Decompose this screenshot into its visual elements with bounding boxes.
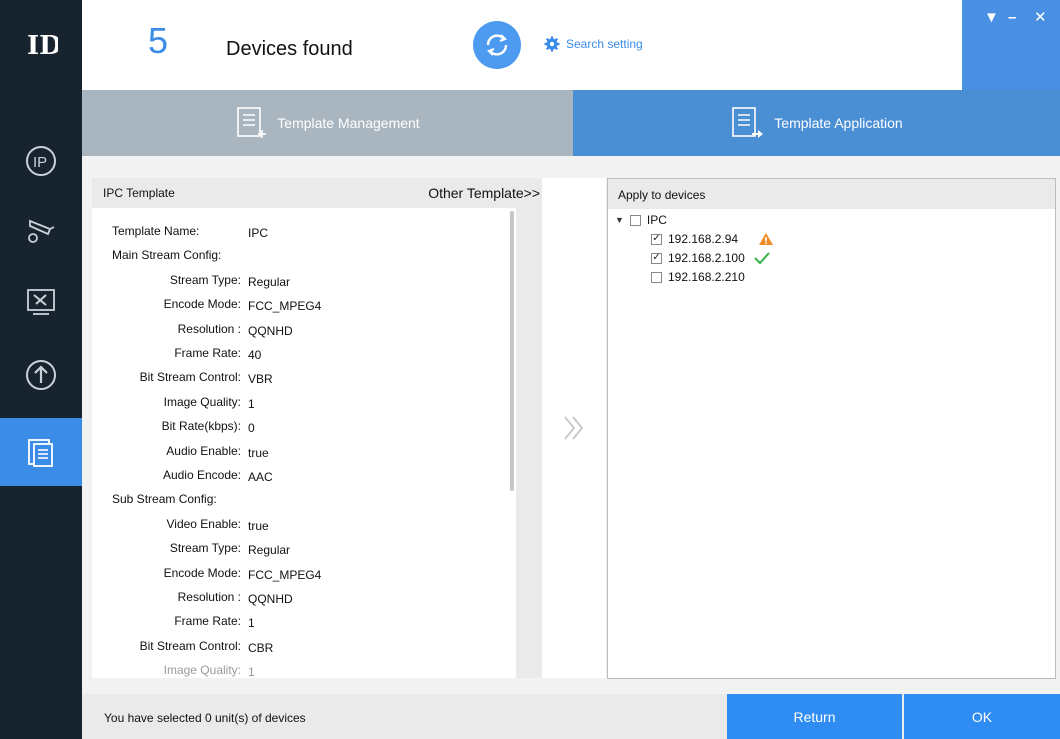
field-label: Stream Type: bbox=[169, 541, 241, 555]
double-chevron-right-icon bbox=[564, 416, 584, 440]
field-value: 40 bbox=[248, 348, 262, 362]
warning-icon bbox=[759, 233, 774, 245]
refresh-icon bbox=[486, 34, 508, 56]
device-checkbox[interactable]: ✓ bbox=[651, 252, 662, 264]
sidebar-template-button[interactable] bbox=[0, 418, 82, 486]
field-label: Bit Stream Control: bbox=[139, 639, 241, 653]
ipc-template-panel: IPC Template Other Template>> Template N… bbox=[92, 178, 542, 678]
panel-header: IPC Template Other Template>> bbox=[92, 178, 542, 208]
svg-text:ID: ID bbox=[27, 31, 58, 60]
check-icon bbox=[754, 252, 770, 265]
section-heading: Main Stream Config: bbox=[112, 248, 222, 262]
field-value: 0 bbox=[248, 421, 255, 435]
close-icon[interactable]: ✕ bbox=[1034, 10, 1047, 25]
search-setting-link[interactable]: Search setting bbox=[544, 36, 643, 52]
svg-text:IP: IP bbox=[33, 154, 47, 171]
field-label: Frame Rate: bbox=[174, 614, 241, 628]
field-label: Encode Mode: bbox=[163, 297, 241, 311]
field-value: IPC bbox=[248, 226, 269, 240]
sidebar-camera-config-button[interactable] bbox=[0, 196, 82, 264]
selection-status: You have selected 0 unit(s) of devices bbox=[104, 711, 306, 725]
sidebar: ID IP bbox=[0, 0, 82, 739]
field-label: Audio Encode: bbox=[162, 468, 241, 482]
field-value: 1 bbox=[248, 397, 255, 411]
tab-template-application[interactable]: Template Application bbox=[573, 90, 1060, 156]
other-template-link[interactable]: Other Template>> bbox=[428, 185, 540, 201]
field-value: 1 bbox=[248, 616, 255, 630]
field-value: FCC_MPEG4 bbox=[248, 568, 322, 582]
field-label: Video Enable: bbox=[166, 517, 241, 531]
ip-icon: IP bbox=[26, 146, 56, 176]
device-ip: 192.168.2.100 bbox=[668, 251, 745, 265]
field-value: VBR bbox=[248, 372, 273, 386]
apply-arrow[interactable] bbox=[542, 178, 606, 678]
device-checkbox[interactable]: ✓ bbox=[651, 233, 662, 245]
apply-to-devices-panel: Apply to devices ▼ IPC ✓ 192.168.2.94 ✓ … bbox=[607, 178, 1056, 679]
tab-label: Template Management bbox=[277, 115, 420, 131]
gear-icon bbox=[544, 36, 560, 52]
header: 5 Devices found Search setting ▼ – ✕ bbox=[82, 0, 1060, 90]
expand-triangle-icon[interactable]: ▼ bbox=[615, 215, 624, 225]
search-setting-label: Search setting bbox=[566, 37, 643, 51]
field-value: FCC_MPEG4 bbox=[248, 299, 322, 313]
sidebar-upgrade-button[interactable] bbox=[0, 341, 82, 409]
sidebar-tools-button[interactable] bbox=[0, 268, 82, 336]
template-details: Template Name: IPC Main Stream Config: Stre… bbox=[92, 208, 542, 678]
device-row[interactable]: ✓ 192.168.2.100 bbox=[651, 251, 771, 265]
field-value: true bbox=[248, 519, 269, 533]
panel-title: IPC Template bbox=[103, 186, 175, 200]
field-value: CBR bbox=[248, 641, 274, 655]
template-application-icon bbox=[732, 107, 764, 138]
sidebar-ip-button[interactable]: IP bbox=[0, 127, 82, 195]
field-label: Stream Type: bbox=[169, 273, 241, 287]
field-value: Regular bbox=[248, 543, 291, 557]
tree-group-ipc[interactable]: ▼ IPC bbox=[615, 213, 667, 227]
field-label: Encode Mode: bbox=[163, 566, 241, 580]
return-button[interactable]: Return bbox=[727, 694, 902, 739]
refresh-button[interactable] bbox=[473, 21, 521, 69]
field-label: Bit Rate(kbps): bbox=[161, 419, 241, 433]
dropdown-menu-icon[interactable]: ▼ bbox=[984, 10, 999, 25]
tools-icon bbox=[27, 289, 55, 315]
camera-config-icon bbox=[28, 219, 55, 243]
field-label: Image Quality: bbox=[163, 395, 241, 409]
field-value: QQNHD bbox=[248, 324, 293, 338]
device-ip: 192.168.2.94 bbox=[668, 232, 739, 246]
scrollbar-track[interactable] bbox=[516, 208, 542, 678]
device-row[interactable]: ✓ 192.168.2.94 bbox=[651, 232, 774, 246]
device-row[interactable]: 192.168.2.210 bbox=[651, 270, 745, 284]
field-label: Bit Stream Control: bbox=[139, 370, 241, 384]
field-value: AAC bbox=[248, 470, 273, 484]
device-count: 5 bbox=[148, 20, 169, 61]
field-value: 1 bbox=[248, 665, 255, 678]
tab-template-management[interactable]: Template Management bbox=[82, 90, 573, 156]
footer: You have selected 0 unit(s) of devices R… bbox=[82, 694, 1060, 739]
field-label: Frame Rate: bbox=[174, 346, 241, 360]
template-management-icon bbox=[237, 107, 267, 138]
device-checkbox[interactable] bbox=[651, 271, 662, 283]
panel-title: Apply to devices bbox=[618, 188, 706, 202]
tab-label: Template Application bbox=[774, 115, 903, 131]
field-label: Image Quality: bbox=[163, 663, 241, 677]
ok-button[interactable]: OK bbox=[904, 694, 1060, 739]
devices-found-label: Devices found bbox=[226, 38, 353, 60]
scrollbar-thumb[interactable] bbox=[510, 211, 514, 491]
template-icon bbox=[28, 439, 53, 467]
field-label: Audio Enable: bbox=[166, 444, 241, 458]
group-label: IPC bbox=[646, 213, 667, 227]
upgrade-icon bbox=[26, 360, 56, 390]
device-ip: 192.168.2.210 bbox=[668, 270, 745, 284]
group-checkbox[interactable] bbox=[629, 214, 641, 226]
app-logo: ID bbox=[0, 0, 82, 90]
field-label: Resolution : bbox=[177, 322, 241, 336]
panel-header: Apply to devices bbox=[608, 179, 1055, 209]
field-value: true bbox=[248, 446, 269, 460]
section-heading: Sub Stream Config: bbox=[112, 492, 217, 506]
field-value: Regular bbox=[248, 275, 291, 289]
field-value: QQNHD bbox=[248, 592, 293, 606]
field-label: Resolution : bbox=[177, 590, 241, 604]
minimize-icon[interactable]: – bbox=[1008, 10, 1016, 25]
window-controls: ▼ – ✕ bbox=[962, 0, 1060, 90]
